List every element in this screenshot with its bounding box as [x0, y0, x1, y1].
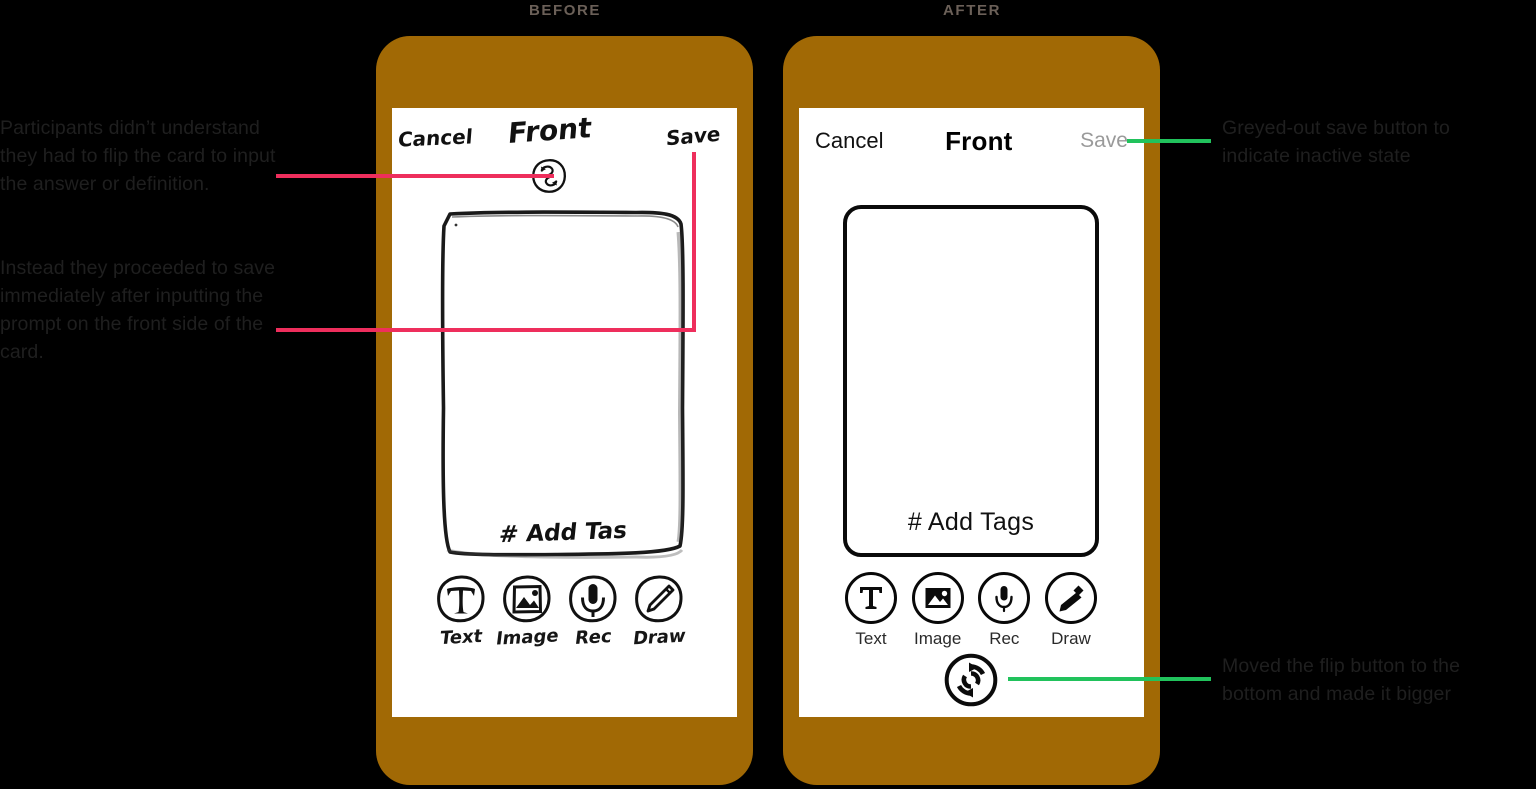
image-icon [925, 588, 951, 608]
after-tool-draw-circle[interactable] [1044, 572, 1097, 624]
green-connector-line-bottom [1008, 677, 1211, 681]
after-tool-rec-circle[interactable] [978, 572, 1031, 624]
after-card-area[interactable]: # Add Tags [843, 205, 1099, 557]
after-tool-image-label: Image [914, 629, 962, 648]
after-tool-rec-label: Rec [989, 629, 1020, 648]
pink-connector-line-vertical [692, 152, 696, 332]
before-screen-title: Front [506, 110, 594, 151]
before-tool-image-label: Image [494, 625, 560, 650]
before-tool-rec-label: Rec [573, 625, 613, 650]
after-tool-draw[interactable]: Draw [1043, 572, 1099, 649]
before-card-area[interactable]: # Add Tas [436, 208, 690, 560]
green-connector-line-top [1127, 139, 1211, 143]
before-tool-text-label: Text [438, 625, 484, 650]
before-tool-rec[interactable]: Rec [564, 574, 622, 650]
after-add-tags-label[interactable]: # Add Tags [847, 508, 1095, 537]
after-tool-image-circle[interactable] [911, 572, 964, 624]
after-tool-image[interactable]: Image [910, 572, 966, 649]
before-card-outline [440, 210, 685, 559]
pencil-icon [635, 575, 683, 623]
annotation-greyed-save: Greyed-out save button to indicate inact… [1222, 117, 1450, 167]
annotation-flip-misunderstanding: Participants didn’t understand they had … [0, 117, 276, 195]
text-icon [860, 587, 882, 609]
before-cancel-button[interactable]: Cancel [397, 124, 474, 151]
annotation-moved-flip-button: Moved the flip button to the bottom and … [1222, 655, 1461, 705]
microphone-icon [995, 586, 1014, 613]
after-save-button[interactable]: Save [1080, 129, 1128, 153]
before-phone-screen: Cancel Front Save # Add Tas Text Image R… [392, 108, 737, 717]
before-tool-row: Text Image Rec Draw [432, 574, 688, 650]
pink-connector-line-top [276, 174, 554, 178]
image-icon [503, 575, 551, 623]
text-icon [437, 575, 485, 623]
after-tool-text-label: Text [855, 629, 887, 648]
after-flip-card-button[interactable] [944, 653, 998, 707]
annotation-premature-save: Instead they proceeded to save immediate… [0, 257, 276, 363]
after-tool-rec[interactable]: Rec [976, 572, 1032, 649]
pink-connector-line-bottom [276, 328, 696, 332]
before-tool-draw[interactable]: Draw [630, 574, 688, 650]
after-navigation-bar: Cancel Front Save [799, 124, 1144, 158]
after-tool-text[interactable]: Text [843, 572, 899, 649]
after-section-label: AFTER [943, 2, 1001, 19]
microphone-icon [569, 575, 617, 623]
before-save-button[interactable]: Save [665, 122, 721, 151]
after-tool-draw-label: Draw [1051, 629, 1091, 648]
after-tool-row: Text Image Rec Draw [843, 572, 1099, 649]
after-tool-text-circle[interactable] [845, 572, 897, 624]
after-screen-title: Front [945, 125, 1013, 156]
before-tool-draw-label: Draw [631, 625, 687, 650]
before-tool-text[interactable]: Text [432, 574, 490, 650]
pencil-icon [1059, 585, 1084, 612]
before-section-label: BEFORE [528, 2, 602, 19]
before-tool-image[interactable]: Image [494, 574, 560, 650]
after-phone-screen: Cancel Front Save # Add Tags Text Image … [799, 108, 1144, 717]
after-cancel-button[interactable]: Cancel [815, 128, 883, 154]
